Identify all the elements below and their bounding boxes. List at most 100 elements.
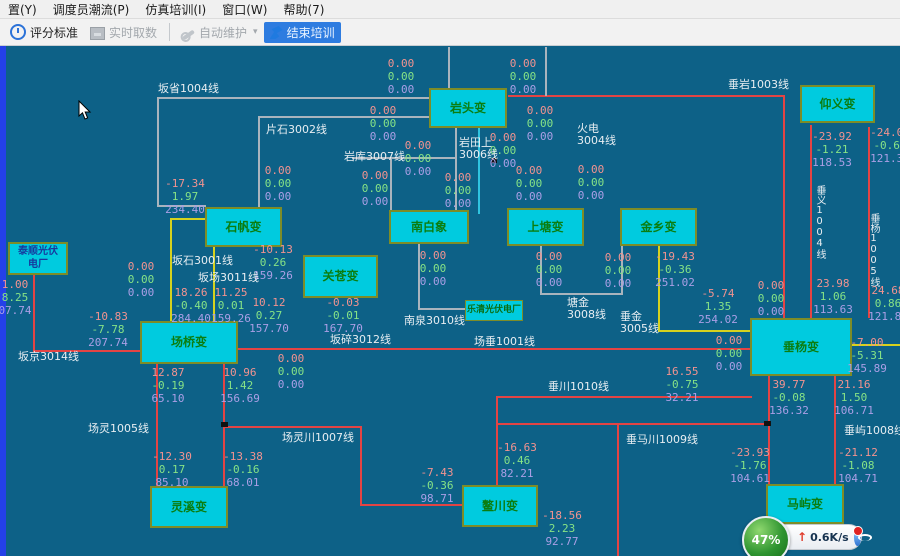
line-name-label: 坂场3011线	[198, 272, 259, 284]
substation-shifan[interactable]: 石帆变	[205, 207, 282, 247]
current-value: 254.02	[692, 313, 744, 326]
flow-values: -18.562.2392.77	[536, 509, 588, 548]
flow-values: 0.000.000.00	[523, 250, 575, 289]
substation-yangyi[interactable]: 仰义变	[800, 85, 875, 123]
current-value: 121.85	[862, 310, 900, 323]
reactive-power-value: 0.00	[565, 176, 617, 189]
substation-lingxi[interactable]: 灵溪变	[150, 486, 228, 528]
menu-item[interactable]: 窗口(W)	[214, 0, 275, 19]
substation-label: 金乡变	[640, 220, 676, 235]
reactive-power-value: -0.19	[142, 379, 194, 392]
menu-item[interactable]: 置(Y)	[0, 0, 45, 19]
line-name-label: 片石3002线	[266, 124, 327, 136]
power-line-segment	[448, 47, 450, 88]
substation-yueqing-pv[interactable]: 乐清光伏电厂	[465, 300, 523, 321]
toolbar-button[interactable]: 结束培训	[264, 22, 341, 43]
current-value: 0.00	[349, 195, 401, 208]
reactive-power-value: 0.00	[514, 117, 566, 130]
active-power-value: -18.56	[536, 509, 588, 522]
active-power-value: 0.00	[745, 279, 797, 292]
memory-sphere[interactable]: 47%	[742, 516, 790, 556]
current-value: 0.00	[503, 190, 555, 203]
substation-chuiyang[interactable]: 垂杨变	[750, 318, 852, 376]
menu-item[interactable]: 调度员潮流(P)	[45, 0, 138, 19]
accelerate-ball-icon[interactable]	[854, 528, 861, 546]
line-name-label: 场灵川1007线	[282, 432, 354, 444]
notification-dot	[853, 526, 863, 536]
substation-label: 岩头变	[450, 101, 486, 116]
power-line-segment	[540, 293, 623, 295]
current-value: 0.00	[703, 360, 755, 373]
active-power-value: -16.63	[491, 441, 543, 454]
substation-label: 灵溪变	[171, 500, 207, 515]
substation-label: 鳌川变	[482, 499, 518, 514]
toolbar-button[interactable]: 自动维护▾	[176, 22, 264, 43]
current-value: 104.71	[832, 472, 884, 485]
substation-nanbaixiang[interactable]: 南白象	[389, 210, 469, 244]
active-power-value: 0.00	[514, 104, 566, 117]
current-value: 106.71	[828, 404, 880, 417]
current-value: 0.00	[115, 286, 167, 299]
current-value: 0.00	[592, 277, 644, 290]
reactive-power-value: 1.97	[159, 190, 211, 203]
power-line-segment	[170, 218, 206, 220]
power-line-segment	[508, 95, 785, 97]
toolbar-button-label: 实时取数	[109, 24, 157, 41]
substation-guancang[interactable]: 关苍变	[303, 255, 378, 298]
current-value: 0.00	[523, 276, 575, 289]
current-value: 156.69	[214, 392, 266, 405]
flow-values: 16.55-0.7532.21	[656, 365, 708, 404]
current-value: 234.40	[159, 203, 211, 216]
reactive-power-value: -0.08	[763, 391, 815, 404]
flow-values: -7.00-5.31145.89	[841, 336, 893, 375]
current-value: 0.00	[252, 190, 304, 203]
active-power-value: 0.00	[357, 104, 409, 117]
flow-values: -12.300.1785.10	[146, 450, 198, 489]
substation-changqiao[interactable]: 场桥变	[140, 321, 238, 364]
active-power-value: 39.77	[763, 378, 815, 391]
substation-taishun-pv[interactable]: 泰顺光伏电厂	[8, 242, 68, 275]
flow-values: 0.000.000.00	[745, 279, 797, 318]
active-power-value: 0.00	[703, 334, 755, 347]
active-power-value: 23.98	[807, 277, 859, 290]
menu-item[interactable]: 帮助(7)	[275, 0, 332, 19]
active-power-value: 10.12	[243, 296, 295, 309]
current-value: 07.74	[0, 304, 41, 317]
toolbar-button[interactable]: 评分标准	[4, 22, 84, 43]
menu-item[interactable]: 仿真培训(I)	[137, 0, 214, 19]
active-power-value: -21.12	[832, 446, 884, 459]
flow-values: 0.000.000.00	[497, 57, 549, 96]
current-value: 145.89	[841, 362, 893, 375]
substation-jinxiang[interactable]: 金乡变	[620, 208, 697, 246]
current-value: 118.53	[806, 156, 858, 169]
menu-bar: 置(Y)调度员潮流(P)仿真培训(I)窗口(W)帮助(7)	[0, 0, 900, 19]
flow-values: 0.000.000.00	[514, 104, 566, 143]
current-value: 92.77	[536, 535, 588, 548]
reactive-power-value: 0.46	[491, 454, 543, 467]
flow-values: -17.341.97234.40	[159, 177, 211, 216]
current-value: 85.10	[146, 476, 198, 489]
current-value: 0.00	[265, 378, 317, 391]
active-power-value: 0.00	[375, 57, 427, 70]
end-training-icon	[270, 26, 283, 39]
flow-values: 1.008.2507.74	[0, 278, 41, 317]
active-power-value: 0.00	[565, 163, 617, 176]
mouse-cursor	[78, 100, 92, 120]
substation-aochuan[interactable]: 鳌川变	[462, 485, 538, 527]
toolbar-button[interactable]: 实时取数	[84, 22, 163, 43]
line-name-label: 坂石3001线	[172, 255, 233, 267]
network-monitor-widget[interactable]: ↑ 0.6K/s 47%	[740, 514, 900, 556]
substation-shangtang[interactable]: 上塘变	[507, 208, 584, 246]
substation-yantou[interactable]: 岩头变	[429, 88, 507, 128]
reactive-power-value: -7.78	[82, 323, 134, 336]
substation-label: 上塘变	[527, 220, 563, 235]
data-icon	[90, 27, 105, 40]
toolbar-button-label: 结束培训	[287, 24, 335, 41]
active-power-value: 0.00	[497, 57, 549, 70]
flow-values: 0.000.000.00	[252, 164, 304, 203]
current-value: 68.01	[217, 476, 269, 489]
reactive-power-value: 0.00	[523, 263, 575, 276]
flow-values: -13.38-0.1668.01	[217, 450, 269, 489]
chevron-down-icon[interactable]: ▾	[253, 27, 258, 37]
reactive-power-value: 0.00	[252, 177, 304, 190]
